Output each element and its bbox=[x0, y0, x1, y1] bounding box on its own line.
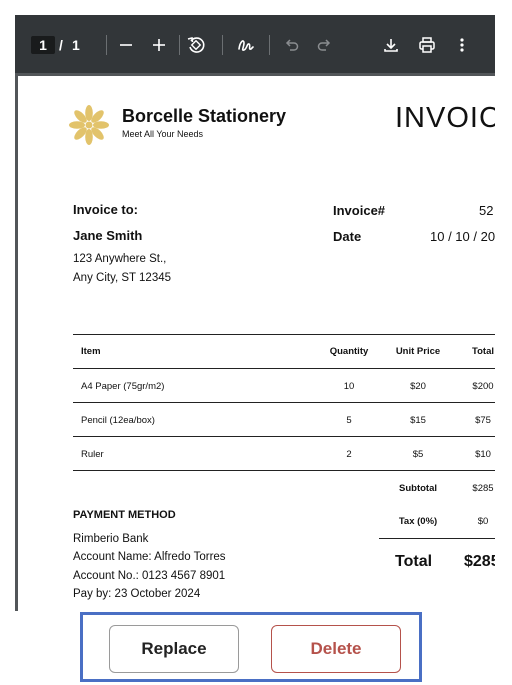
row-total: $200 bbox=[472, 381, 494, 392]
payment-method-label: PAYMENT METHOD bbox=[73, 509, 176, 521]
zoom-in-button[interactable] bbox=[147, 33, 171, 57]
account-number: Account No.: 0123 4567 8901 bbox=[73, 570, 226, 582]
bank-name: Rimberio Bank bbox=[73, 533, 149, 545]
invoice-to-label: Invoice to: bbox=[73, 202, 139, 217]
company-name: Borcelle Stationery bbox=[122, 106, 287, 126]
download-icon bbox=[384, 39, 398, 52]
pdf-page: Borcelle Stationery Meet All Your Needs … bbox=[18, 76, 495, 611]
page-separator: / bbox=[59, 37, 63, 53]
row-quantity: 5 bbox=[346, 415, 352, 426]
row-quantity: 2 bbox=[346, 449, 352, 460]
row-quantity: 10 bbox=[343, 381, 355, 392]
print-icon bbox=[419, 37, 435, 53]
invoice-number: 52 bbox=[479, 203, 494, 218]
account-name: Account Name: Alfredo Torres bbox=[73, 551, 226, 563]
address-line-1: 123 Anywhere St., bbox=[73, 253, 167, 265]
invoice-date: 10 / 10 / 20 bbox=[430, 229, 495, 244]
annotate-button[interactable] bbox=[234, 33, 258, 57]
pdf-toolbar: 1 / 1 bbox=[15, 15, 495, 73]
invoice-number-label: Invoice# bbox=[333, 203, 386, 218]
toolbar-divider bbox=[222, 35, 223, 55]
more-options-button[interactable] bbox=[450, 33, 474, 57]
header-unit-price: Unit Price bbox=[395, 346, 441, 357]
rotate-icon bbox=[187, 37, 205, 53]
redo-button[interactable] bbox=[312, 33, 336, 57]
undo-button[interactable] bbox=[280, 33, 304, 57]
total-value: $285 bbox=[464, 553, 495, 570]
toolbar-divider bbox=[106, 35, 107, 55]
company-tagline: Meet All Your Needs bbox=[122, 129, 204, 139]
page-number-input[interactable]: 1 bbox=[31, 36, 55, 54]
total-label: Total bbox=[395, 553, 433, 570]
replace-button[interactable]: Replace bbox=[109, 625, 239, 673]
pdf-viewer: 1 / 1 Borcelle Stationery Meet All Your … bbox=[15, 15, 495, 611]
header-item: Item bbox=[81, 346, 101, 357]
row-unit-price: $15 bbox=[410, 415, 426, 426]
download-button[interactable] bbox=[379, 33, 403, 57]
print-button[interactable] bbox=[415, 33, 439, 57]
tax-label: Tax (0%) bbox=[398, 516, 438, 527]
toolbar-divider bbox=[179, 35, 180, 55]
zoom-out-icon bbox=[120, 44, 132, 46]
row-total: $75 bbox=[475, 415, 491, 426]
customer-name: Jane Smith bbox=[73, 228, 143, 243]
redo-icon bbox=[317, 39, 331, 51]
rotate-button[interactable] bbox=[184, 33, 208, 57]
row-total: $10 bbox=[475, 449, 491, 460]
invoice-title: INVOICE bbox=[395, 102, 495, 134]
address-line-2: Any City, ST 12345 bbox=[73, 272, 172, 284]
zoom-in-icon bbox=[153, 39, 165, 51]
total-pages: 1 bbox=[72, 37, 80, 53]
delete-button[interactable]: Delete bbox=[271, 625, 401, 673]
row-item: A4 Paper (75gr/m2) bbox=[81, 381, 165, 392]
more-icon bbox=[460, 38, 464, 52]
flower-logo-icon bbox=[69, 105, 109, 145]
header-total: Total bbox=[472, 346, 494, 357]
undo-icon bbox=[285, 39, 299, 51]
date-label: Date bbox=[333, 229, 362, 244]
row-item: Ruler bbox=[81, 449, 104, 460]
file-action-bar: Replace Delete bbox=[80, 612, 422, 682]
subtotal-value: $285 bbox=[472, 483, 494, 494]
pay-by-date: Pay by: 23 October 2024 bbox=[73, 588, 201, 600]
row-unit-price: $20 bbox=[410, 381, 426, 392]
row-unit-price: $5 bbox=[412, 449, 424, 460]
row-item: Pencil (12ea/box) bbox=[81, 415, 155, 426]
toolbar-divider bbox=[269, 35, 270, 55]
header-quantity: Quantity bbox=[329, 346, 369, 357]
annotate-icon bbox=[238, 40, 254, 51]
total-divider bbox=[379, 538, 495, 539]
subtotal-label: Subtotal bbox=[399, 483, 437, 494]
zoom-out-button[interactable] bbox=[114, 33, 138, 57]
tax-value: $0 bbox=[477, 516, 489, 527]
